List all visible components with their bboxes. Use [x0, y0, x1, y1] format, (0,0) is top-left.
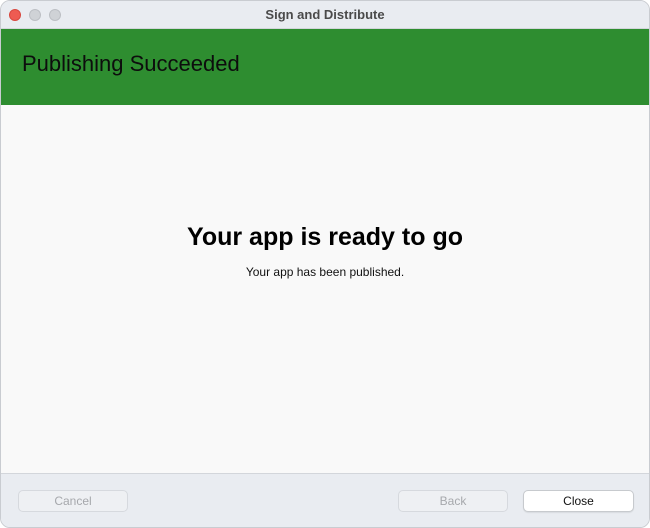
footer-bar: Cancel Back Close	[1, 473, 649, 527]
status-banner: Publishing Succeeded	[1, 29, 649, 105]
title-bar: Sign and Distribute	[1, 1, 649, 29]
main-content: Your app is ready to go Your app has bee…	[1, 105, 649, 473]
success-headline: Your app is ready to go	[187, 223, 463, 251]
banner-title: Publishing Succeeded	[22, 51, 240, 76]
window-title: Sign and Distribute	[265, 7, 385, 22]
success-message: Your app has been published.	[245, 265, 405, 279]
back-button[interactable]: Back	[398, 490, 508, 512]
sign-and-distribute-window: Sign and Distribute Publishing Succeeded…	[0, 0, 650, 528]
close-button[interactable]: Close	[523, 490, 634, 512]
cancel-button[interactable]: Cancel	[18, 490, 128, 512]
